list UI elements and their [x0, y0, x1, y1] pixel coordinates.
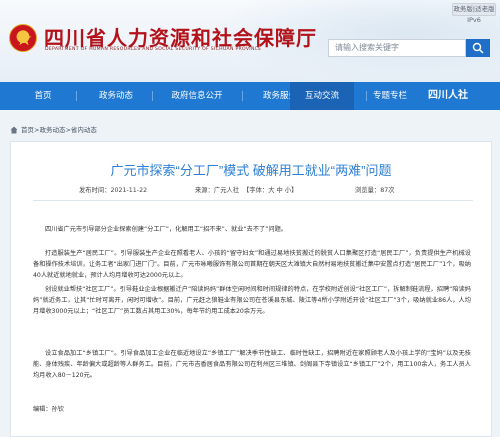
nav-item-special-topics[interactable]: 专题专栏 — [350, 82, 430, 110]
breadcrumb-home[interactable]: 首页 — [21, 126, 34, 134]
nav-divider — [76, 91, 77, 101]
view-count: 浏览量：87次 — [355, 187, 395, 194]
article-paragraph: 设立食品加工“乡镇工厂”。引导食品加工企业在临近地设立“乡镇工厂”解决季节性缺工… — [33, 350, 471, 379]
article-card: 广元市探索“分工厂”模式 破解用工就业“两难”问题 发布时间：2021-11-2… — [10, 141, 492, 437]
article-paragraph: 打造服装生产“居民工厂”。引导服装生产企业在照看老人、小孩的“留守妇女”和通过易… — [33, 250, 471, 279]
main-nav: 首页 政务动态 政府信息公开 政务服务 互动交流 专题专栏 四川人社 — [0, 82, 500, 110]
version-switch-link[interactable]: 政务版|适老版IPv6 — [452, 3, 496, 24]
search-icon — [472, 42, 484, 54]
breadcrumb-news[interactable]: 政务动态 — [39, 126, 65, 134]
nav-divider — [242, 91, 243, 101]
nav-item-home[interactable]: 首页 — [18, 82, 68, 110]
article-title: 广元市探索“分工厂”模式 破解用工就业“两难”问题 — [110, 163, 392, 178]
nav-item-interaction[interactable]: 互动交流 — [290, 82, 354, 110]
nav-divider — [152, 91, 153, 101]
nav-item-news[interactable]: 政务动态 — [84, 82, 148, 110]
breadcrumb-provincial-news[interactable]: 省内动态 — [71, 126, 97, 134]
breadcrumb: 首页>政务动态>省内动态 — [10, 123, 495, 137]
meta-divider — [33, 200, 473, 201]
national-emblem-icon — [9, 24, 37, 52]
article-paragraph: 四川省广元市引导部分企业探索创建“分工厂”，化解用工“招不来”、就业“去不了”问… — [45, 226, 287, 233]
article-meta: 发布时间：2021-11-22 来源：广元人社 【字体：大 中 小】 浏览量：8… — [33, 185, 473, 197]
site-header: 四川省人力资源和社会保障厅 DEPARTMENT OF HUMAN RESOUR… — [0, 0, 500, 82]
article-editor: 编辑：孙钦 — [33, 406, 64, 413]
search-input[interactable]: 请输入搜索关键字 — [328, 39, 466, 57]
font-size-control[interactable]: 【字体：大 中 小】 — [243, 185, 297, 194]
nav-item-info-disclosure[interactable]: 政府信息公开 — [157, 82, 237, 110]
home-icon — [10, 126, 18, 134]
site-subtitle: DEPARTMENT OF HUMAN RESOURCES AND SOCIAL… — [45, 47, 262, 52]
search-button[interactable] — [466, 39, 490, 57]
publish-date: 发布时间：2021-11-22 — [79, 187, 148, 194]
article-source: 来源：广元人社 — [195, 187, 240, 194]
sichuan-renshe-logo[interactable]: 四川人社 — [428, 88, 468, 104]
article-paragraph: 创设就业帮扶“社区工厂”。引导鞋业企业根据搬迁户“陪读妈妈”群体空闲时间和时间规… — [33, 286, 471, 315]
